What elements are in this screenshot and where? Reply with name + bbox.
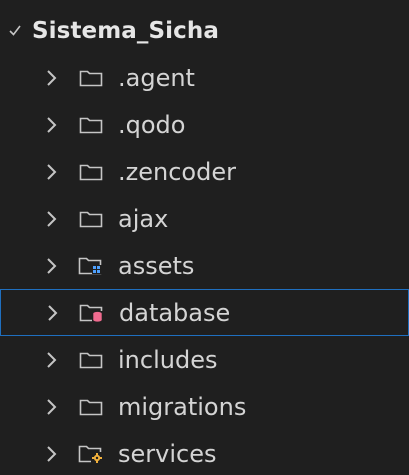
folder-services-icon <box>78 444 104 464</box>
folder-icon <box>78 68 104 88</box>
folder-label: .qodo <box>118 110 186 139</box>
root-folder-row[interactable]: Sistema_Sicha <box>0 8 409 54</box>
folder-row-qodo[interactable]: .qodo <box>0 101 409 148</box>
chevron-right-icon[interactable] <box>40 208 62 230</box>
folder-label: services <box>118 439 217 468</box>
folder-icon <box>78 350 104 370</box>
chevron-right-icon[interactable] <box>41 302 63 324</box>
folder-label: .agent <box>118 63 195 92</box>
folder-icon <box>78 162 104 182</box>
folder-row-migrations[interactable]: migrations <box>0 383 409 430</box>
folder-icon <box>78 115 104 135</box>
folder-assets-icon <box>78 256 104 276</box>
folder-row-agent[interactable]: .agent <box>0 54 409 101</box>
chevron-right-icon[interactable] <box>40 67 62 89</box>
file-explorer: Sistema_Sicha .agent .qodo .zencoder aja… <box>0 0 409 475</box>
folder-row-services[interactable]: services <box>0 430 409 475</box>
folder-tree: .agent .qodo .zencoder ajax assets datab… <box>0 54 409 475</box>
folder-row-includes[interactable]: includes <box>0 336 409 383</box>
folder-row-ajax[interactable]: ajax <box>0 195 409 242</box>
chevron-right-icon[interactable] <box>40 349 62 371</box>
chevron-right-icon[interactable] <box>40 161 62 183</box>
folder-database-icon <box>79 303 105 323</box>
folder-icon <box>78 209 104 229</box>
folder-label: assets <box>118 251 195 280</box>
folder-label: migrations <box>118 392 247 421</box>
folder-row-assets[interactable]: assets <box>0 242 409 289</box>
chevron-right-icon[interactable] <box>40 396 62 418</box>
root-folder-label: Sistema_Sicha <box>32 18 219 44</box>
folder-label: includes <box>118 345 218 374</box>
folder-label: .zencoder <box>118 157 236 186</box>
folder-row-database[interactable]: database <box>0 289 409 336</box>
folder-label: ajax <box>118 204 169 233</box>
chevron-down-icon[interactable] <box>4 23 26 39</box>
chevron-right-icon[interactable] <box>40 443 62 465</box>
chevron-right-icon[interactable] <box>40 255 62 277</box>
folder-label: database <box>119 298 231 327</box>
chevron-right-icon[interactable] <box>40 114 62 136</box>
folder-row-zencoder[interactable]: .zencoder <box>0 148 409 195</box>
folder-icon <box>78 397 104 417</box>
